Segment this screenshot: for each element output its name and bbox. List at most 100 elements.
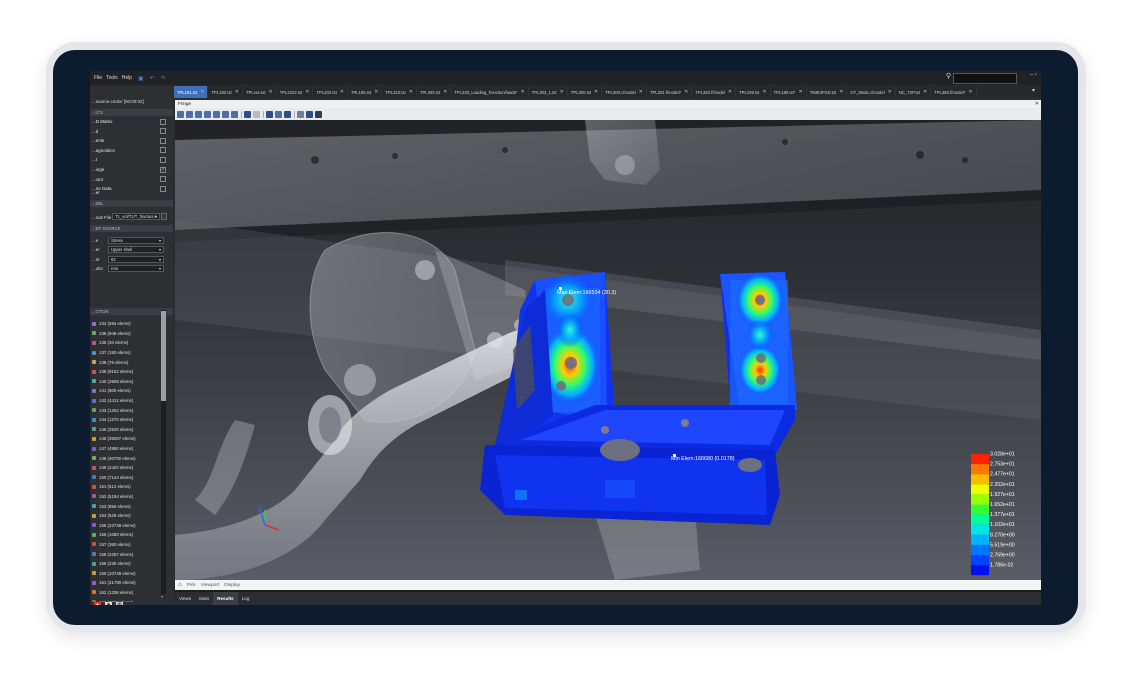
component-item[interactable]: 135 (948 elems) [90,329,166,339]
record-icon[interactable]: ● [94,602,101,605]
view-top-icon[interactable] [222,110,229,118]
close-tab-icon[interactable]: ✕ [762,89,766,95]
menu-help[interactable]: Help [122,75,132,81]
close-tab-icon[interactable]: ✕ [639,89,643,95]
close-tab-icon[interactable]: ✕ [968,89,972,95]
pick-button[interactable]: Pick [187,583,196,588]
fit-icon[interactable] [244,110,251,118]
screenshot-icon[interactable] [315,110,322,118]
component-item[interactable]: 158 (4287 elems) [90,549,166,559]
result-type-checkbox[interactable] [160,147,166,154]
document-tab[interactable]: TPL352.f/model ✕ [692,86,737,98]
component-item[interactable]: 162 (1336 elems) [90,588,166,598]
close-tab-icon[interactable]: ✕ [728,89,732,95]
home-icon[interactable]: ⌂ [178,582,182,588]
component-item[interactable]: 137 (150 elems) [90,348,166,358]
document-tab[interactable]: TPL300.c/model ✕ [602,86,647,98]
section-source-header[interactable]: ...ER SOURCE [90,225,173,232]
document-tab[interactable]: TPL330.txt ✕ [417,86,452,98]
close-tab-icon[interactable]: ✕ [923,89,927,95]
component-item[interactable]: 154 (528 elems) [90,511,166,521]
component-item[interactable]: 138 (76 elems) [90,357,166,367]
viewport-button[interactable]: Viewport [201,583,220,588]
close-tab-icon[interactable]: ✕ [340,89,344,95]
close-tab-icon[interactable]: ✕ [684,89,688,95]
rotate-icon[interactable] [266,110,273,118]
result-type-checkbox[interactable] [160,137,166,144]
document-tab[interactable]: TPL191.txt ✕ [174,86,209,98]
menu-file[interactable]: File [94,75,102,81]
document-tab[interactable]: TPL201.f/model* ✕ [647,86,693,98]
component-item[interactable]: 157 (360 elems) [90,540,166,550]
tab-list-dropdown-icon[interactable]: ▾ [1032,87,1035,94]
result-type-checkbox[interactable] [160,185,166,192]
close-tab-icon[interactable]: ✕ [443,89,447,95]
view-iso-icon[interactable] [177,110,184,118]
document-tab[interactable]: TPL303_1.txt ✕ [529,86,568,98]
search-input[interactable] [953,73,1017,84]
scrollbar-thumb[interactable] [161,311,166,401]
close-tab-icon[interactable]: ✕ [374,89,378,95]
result-type-checkbox[interactable] [160,176,166,183]
document-tab[interactable]: TPL230_Loading_Function/loads* ✕ [451,86,529,98]
display-button[interactable]: Display [224,583,240,588]
bottom-tab[interactable]: Results [213,592,238,605]
component-item[interactable]: 161 (21780 elems) [90,578,166,588]
section-model-header[interactable]: ...DEL [90,200,173,207]
axes-icon[interactable] [306,110,313,118]
view-right-icon[interactable] [213,110,220,118]
result-file-select[interactable]: T1_vol/T1/T_fracture.t ▾ [112,213,160,220]
component-item[interactable]: 134 (594 elems) [90,319,166,329]
close-tab-icon[interactable]: ✕ [888,89,892,95]
close-tab-icon[interactable]: ✕ [520,89,524,95]
component-item[interactable]: 142 (4412 elems) [90,396,166,406]
component-item[interactable]: 148 (40700 elems) [90,453,166,463]
component-item[interactable]: 155 (22748 elems) [90,520,166,530]
panel-pin-close-icon[interactable]: ✕ [1035,100,1039,108]
component-item[interactable]: 136 (20 elems) [90,338,166,348]
view-bottom-icon[interactable] [231,110,238,118]
component-item[interactable]: 152 (5184 elems) [90,492,166,502]
component-item[interactable]: 144 (1270 elems) [90,415,166,425]
component-item[interactable]: 150 (7144 elems) [90,473,166,483]
view-back-icon[interactable] [195,110,202,118]
menu-tools[interactable]: Tools [106,75,118,81]
component-item[interactable]: 141 (800 elems) [90,386,166,396]
component-item[interactable]: 159 (230 elems) [90,559,166,569]
result-type-checkbox[interactable]: ✓ [160,166,166,173]
document-tab[interactable]: CF_Static.c/model ✕ [847,86,896,98]
close-tab-icon[interactable]: ✕ [200,89,204,95]
document-tab[interactable]: NC_T2P.txt ✕ [896,86,932,98]
select-icon[interactable]: ■ [105,602,112,605]
close-tab-icon[interactable]: ✕ [268,89,272,95]
document-tab[interactable]: TPL202.txt ✕ [313,86,348,98]
component-item[interactable]: 146 (25097 elems) [90,434,166,444]
close-tab-icon[interactable]: ✕ [594,89,598,95]
result-type-checkbox[interactable] [160,156,166,163]
document-tab[interactable]: TIME2PSD.txt ✕ [807,86,848,98]
component-item[interactable]: 145 (2520 elems) [90,425,166,435]
document-tab[interactable]: TPL180.txt* ✕ [771,86,807,98]
scroll-down-icon[interactable]: ▾ [161,594,163,599]
close-tab-icon[interactable]: ✕ [839,89,843,95]
component-item[interactable]: 147 (4890 elems) [90,444,166,454]
document-tab[interactable]: TPL358.f/model* ✕ [931,86,977,98]
close-tab-icon[interactable]: ✕ [235,89,239,95]
bottom-tab[interactable]: Views [175,592,195,605]
component-item[interactable]: 153 (856 elems) [90,501,166,511]
section-cut-icon[interactable] [297,110,304,118]
result-type-checkbox[interactable] [160,118,166,125]
document-tab[interactable]: TPL2102.txt ✕ [277,86,314,98]
redo-icon[interactable]: ↷ [161,75,166,82]
component-item[interactable]: 139 (9152 elems) [90,367,166,377]
component-item[interactable]: 160 (10748 elems) [90,568,166,578]
document-tab[interactable]: TPL182.txt ✕ [208,86,243,98]
component-item[interactable]: 156 (1080 elems) [90,530,166,540]
close-tab-icon[interactable]: ✕ [305,89,309,95]
bottom-tab[interactable]: Log [238,592,254,605]
close-tab-icon[interactable]: ✕ [560,89,564,95]
close-tab-icon[interactable]: ✕ [798,89,802,95]
source-field-select[interactable]: 62 ▾ [108,255,164,263]
document-tab[interactable]: TPL165.txt ✕ [348,86,383,98]
section-results-header[interactable]: ...LTS [90,109,173,116]
